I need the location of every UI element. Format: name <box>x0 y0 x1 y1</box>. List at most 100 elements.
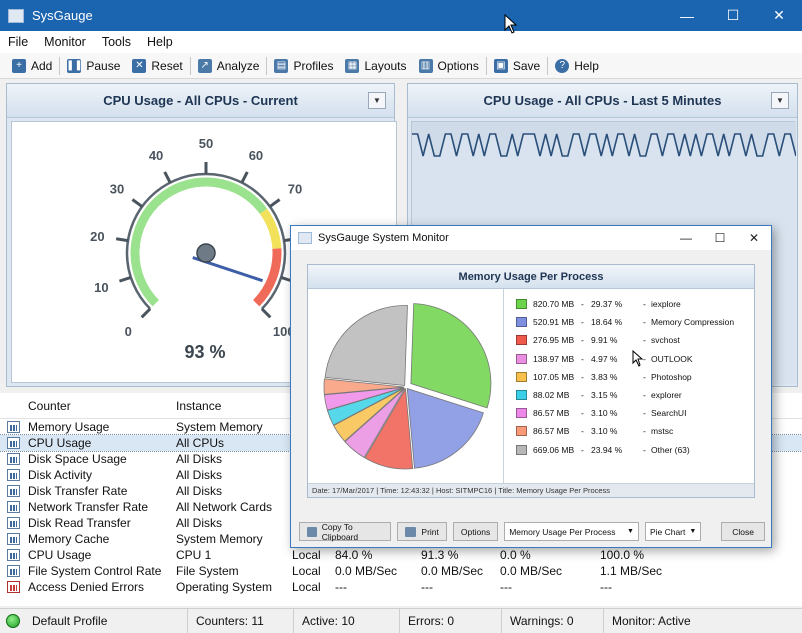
legend-percent: 18.64 % <box>591 317 623 328</box>
legend-percent: 3.15 % <box>591 390 618 401</box>
system-monitor-dialog: SysGauge System Monitor — ☐ ✕ Memory Usa… <box>290 225 772 548</box>
menu-file[interactable]: File <box>0 35 36 49</box>
status-warnings: Warnings: 0 <box>502 608 604 633</box>
gauge-tick-label: 10 <box>94 280 108 295</box>
counter-name: CPU Usage <box>28 436 92 450</box>
analyze-button[interactable]: ↗ Analyze <box>192 55 266 77</box>
counter-type: Local <box>292 564 321 578</box>
table-row[interactable]: Access Denied Errors Operating System Loca… <box>0 579 802 595</box>
legend-size: 276.95 MB <box>533 335 575 346</box>
legend-swatch <box>516 444 527 455</box>
dialog-minimize-button[interactable]: — <box>669 226 703 250</box>
counter-instance: All Disks <box>176 484 223 498</box>
options-dialog-button[interactable]: Options <box>452 522 499 541</box>
counter-instance: All Network Cards <box>176 500 273 514</box>
history-panel-dropdown[interactable]: ▼ <box>771 92 789 109</box>
table-row[interactable]: File System Control Rate File System Local… <box>0 563 802 579</box>
chevron-down-icon: ▼ <box>689 528 697 535</box>
status-profile[interactable]: Default Profile <box>0 608 188 633</box>
counter-name: Disk Space Usage <box>28 452 127 466</box>
status-active-icon <box>6 613 20 628</box>
reset-button[interactable]: ✕ Reset <box>126 55 188 77</box>
dialog-app-icon <box>298 232 312 244</box>
save-button[interactable]: ▣ Save <box>488 55 546 77</box>
gauge-tick <box>118 275 132 283</box>
gauge-tick-label: 60 <box>249 148 263 163</box>
legend-percent: 9.91 % <box>591 335 618 346</box>
menu-tools[interactable]: Tools <box>94 35 139 49</box>
copy-to-clipboard-button[interactable]: Copy To Clipboard <box>299 522 392 542</box>
layouts-icon: ▦ <box>345 58 360 73</box>
gauge-panel-title: CPU Usage - All CPUs - Current <box>103 93 298 108</box>
legend-label: OUTLOOK <box>651 353 693 364</box>
counter-name: Network Transfer Rate <box>28 500 149 514</box>
close-button[interactable]: ✕ <box>756 0 802 31</box>
minimize-button[interactable]: — <box>664 0 710 31</box>
dialog-maximize-button[interactable]: ☐ <box>703 226 737 250</box>
profiles-button[interactable]: ▤ Profiles <box>268 55 339 77</box>
chart-icon <box>6 533 20 545</box>
mouse-cursor-icon <box>632 350 644 367</box>
layouts-button[interactable]: ▦ Layouts <box>339 55 412 77</box>
toolbar-separator <box>266 56 268 75</box>
column-instance[interactable]: Instance <box>176 399 292 413</box>
chart-status-line: Date: 17/Mar/2017 | Time: 12:43:32 | Hos… <box>308 483 754 497</box>
legend-percent: 3.10 % <box>591 426 618 437</box>
dialog-close-btn[interactable]: Close <box>721 522 765 541</box>
gauge-tick-label: 70 <box>288 181 302 196</box>
table-row[interactable]: CPU Usage CPU 1 Local 84.0 % 91.3 % 0.0 % 100.… <box>0 547 802 563</box>
pause-icon: ❚❚ <box>65 58 83 73</box>
options-button[interactable]: ▥ Options <box>413 55 485 77</box>
gauge-tick <box>240 171 249 184</box>
menu-bar: File Monitor Tools Help <box>0 31 802 53</box>
gauge-tick <box>163 171 172 184</box>
chart-icon <box>6 517 20 529</box>
menu-monitor[interactable]: Monitor <box>36 35 94 49</box>
title-bar: SysGauge — ☐ ✕ <box>0 0 802 31</box>
gauge-arc <box>130 177 268 307</box>
legend-swatch <box>516 299 527 310</box>
legend-percent: 29.37 % <box>591 299 623 310</box>
window-title: SysGauge <box>32 8 93 23</box>
gauge-tick-label: 50 <box>199 136 213 151</box>
chart-icon <box>6 501 20 513</box>
chart-icon <box>6 549 20 561</box>
chart-icon <box>6 565 20 577</box>
chart-icon <box>6 453 20 465</box>
legend-percent: 3.83 % <box>591 371 618 382</box>
chevron-down-icon: ▼ <box>627 528 634 535</box>
profiles-icon: ▤ <box>274 58 289 73</box>
maximize-button[interactable]: ☐ <box>710 0 756 31</box>
dialog-title: SysGauge System Monitor <box>318 232 449 244</box>
legend-item: 138.97 MB -4.97 % - OUTLOOK <box>504 350 752 368</box>
add-button[interactable]: + Add <box>6 55 58 77</box>
add-icon: + <box>12 58 26 73</box>
column-counter[interactable]: Counter <box>26 399 176 413</box>
counter-name: Memory Usage <box>28 420 110 434</box>
chart-type-select[interactable]: Pie Chart ▼ <box>644 522 702 541</box>
report-select[interactable]: Memory Usage Per Process ▼ <box>504 522 639 541</box>
dialog-close-button[interactable]: ✕ <box>737 226 771 250</box>
history-panel-title: CPU Usage - All CPUs - Last 5 Minutes <box>483 93 722 108</box>
pause-button[interactable]: ❚❚ Pause <box>61 55 126 77</box>
gauge-panel-dropdown[interactable]: ▼ <box>368 92 386 109</box>
toolbar-separator <box>189 56 191 75</box>
help-button[interactable]: ? Help <box>549 55 605 77</box>
counter-instance: All Disks <box>176 516 223 530</box>
gauge-tick-label: 0 <box>125 324 132 339</box>
status-counters: Counters: 11 <box>188 608 294 633</box>
window-controls: — ☐ ✕ <box>664 0 802 31</box>
chart-legend: 820.70 MB -29.37 % - iexplore 520.91 MB -18.6… <box>504 295 752 459</box>
gauge-tick <box>140 307 152 319</box>
counter-instance: System Memory <box>176 532 263 546</box>
print-button[interactable]: Print <box>397 522 447 541</box>
counter-type: Local <box>292 548 321 562</box>
legend-label: explorer <box>651 390 682 401</box>
counter-instance: File System <box>176 564 239 578</box>
counter-value-2: --- <box>421 580 433 594</box>
menu-help[interactable]: Help <box>139 35 181 49</box>
status-active: Active: 10 <box>294 608 400 633</box>
legend-item: 86.57 MB -3.10 % - mstsc <box>504 422 752 440</box>
legend-size: 107.05 MB <box>533 371 575 382</box>
legend-label: Other (63) <box>651 444 690 455</box>
